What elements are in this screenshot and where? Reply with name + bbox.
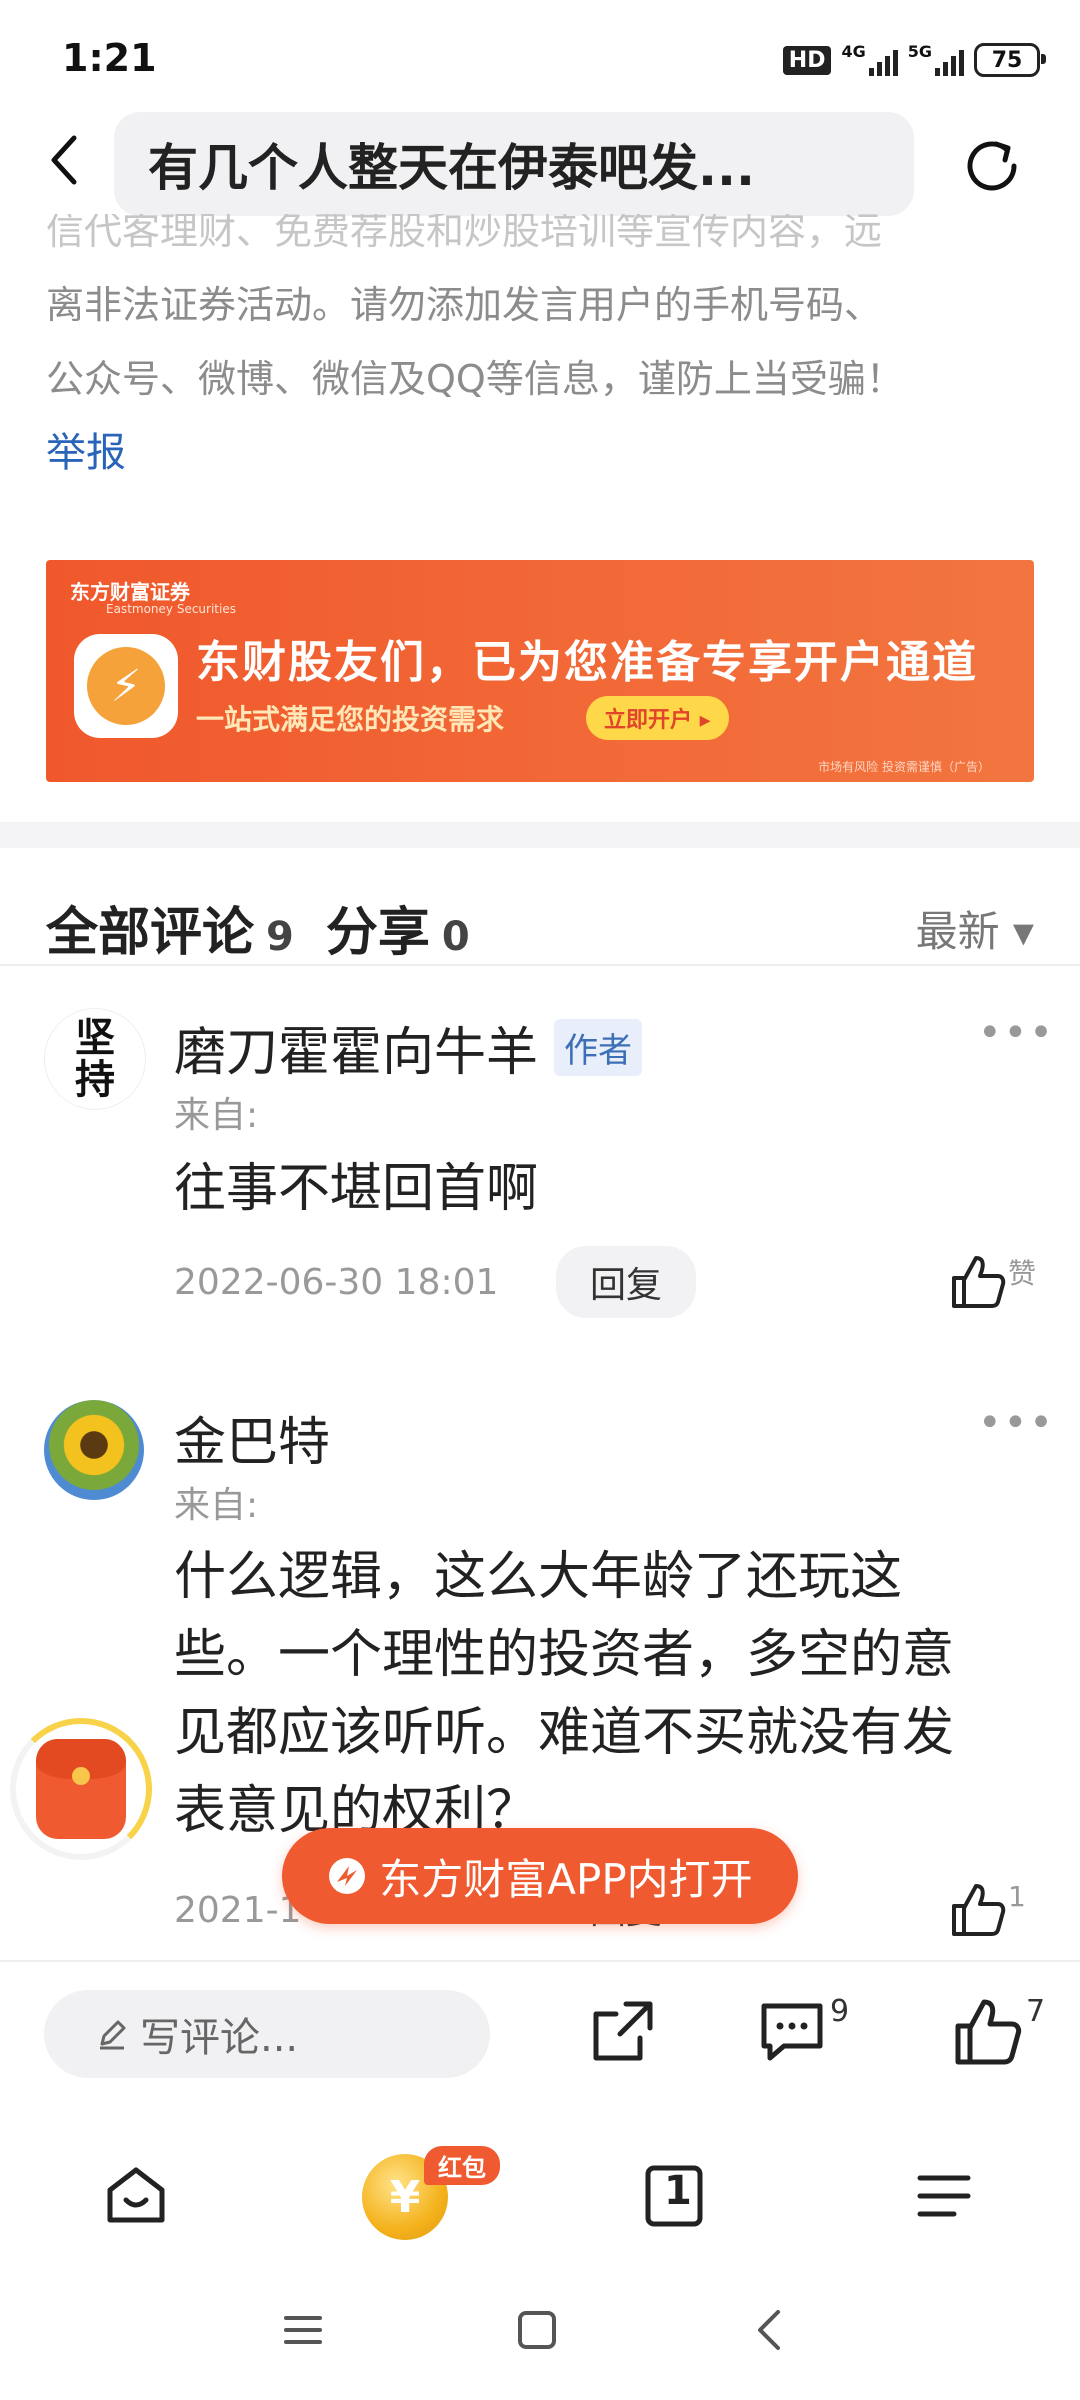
comment-count: 9 bbox=[830, 1994, 850, 2029]
author-badge: 作者 bbox=[554, 1019, 643, 1076]
like-button[interactable]: 赞 bbox=[948, 1252, 1036, 1312]
comment-username[interactable]: 金巴特 bbox=[174, 1400, 330, 1475]
avatar[interactable]: 坚 持 bbox=[44, 1008, 146, 1110]
report-link[interactable]: 举报 bbox=[46, 420, 126, 478]
comment-line: 见都应该听听。难道不买就没有发 bbox=[174, 1703, 955, 1763]
chevron-left-icon bbox=[51, 135, 77, 185]
like-post-button[interactable]: 7 bbox=[950, 1994, 1045, 2070]
write-comment-input[interactable]: 写评论... bbox=[44, 1990, 490, 2078]
home-icon bbox=[107, 2167, 165, 2223]
like-button[interactable]: 1 bbox=[948, 1880, 1026, 1940]
share-count: 0 bbox=[441, 914, 470, 960]
avatar[interactable] bbox=[44, 1400, 144, 1500]
ad-footnote: 市场有风险 投资需谨慎（广告） bbox=[818, 760, 990, 774]
thumbs-up-icon bbox=[952, 1884, 1006, 1936]
pencil-icon bbox=[100, 2020, 126, 2050]
battery-icon: 75 bbox=[974, 43, 1046, 77]
comment-source: 来自: bbox=[174, 1485, 259, 1526]
comments-header: 全部评论 9 分享 0 bbox=[46, 890, 490, 965]
reply-button[interactable]: 回复 bbox=[556, 1246, 697, 1318]
battery-level: 75 bbox=[991, 47, 1023, 73]
comment-username[interactable]: 磨刀霍霍向牛羊 bbox=[174, 1010, 538, 1085]
nav-tabs[interactable]: 1 bbox=[634, 2156, 714, 2240]
net-label-4g: 4G bbox=[841, 42, 866, 61]
all-comments-tab[interactable]: 全部评论 bbox=[46, 890, 254, 965]
signal-4g-icon: 4G bbox=[841, 42, 898, 76]
refresh-button[interactable] bbox=[956, 130, 1028, 202]
all-comments-count: 9 bbox=[266, 914, 294, 960]
tab-count: 1 bbox=[664, 2168, 692, 2214]
ad-brand-sub: Eastmoney Securities bbox=[106, 602, 236, 616]
ad-open-account-button[interactable]: 立即开户 ▸ bbox=[586, 696, 729, 740]
notice-text: 离非法证券活动。请勿添加发言用户的手机号码、 公众号、微博、微信及QQ等信息，谨… bbox=[46, 268, 1036, 416]
notice-line: 公众号、微博、微信及QQ等信息，谨防上当受骗！ bbox=[46, 357, 904, 401]
nav-home[interactable] bbox=[96, 2156, 176, 2240]
notice-line: 离非法证券活动。请勿添加发言用户的手机号码、 bbox=[46, 283, 883, 327]
avatar-char: 持 bbox=[75, 1056, 115, 1103]
notice-faded-line: 信代客理财、免费荐股和炒股培训等宣传内容，远 bbox=[46, 214, 883, 248]
home-square-icon bbox=[518, 2311, 556, 2349]
net-label-5g: 5G bbox=[907, 42, 932, 61]
hd-badge: HD bbox=[782, 45, 832, 75]
sort-dropdown[interactable]: 最新 ▾ bbox=[916, 898, 1034, 959]
ad-brand: 东方财富证券 bbox=[70, 580, 190, 604]
like-count: 1 bbox=[1008, 1880, 1026, 1913]
share-tab[interactable]: 分享 bbox=[326, 890, 430, 965]
red-packet-float-button[interactable] bbox=[10, 1718, 152, 1860]
like-post-count: 7 bbox=[1026, 1994, 1046, 2029]
status-time: 1:21 bbox=[62, 36, 157, 80]
write-comment-placeholder: 写评论... bbox=[140, 2015, 299, 2061]
open-in-app-button[interactable]: 东方财富APP内打开 bbox=[282, 1828, 798, 1924]
title-bar[interactable]: 有几个人整天在伊泰吧发... bbox=[114, 112, 914, 216]
back-button[interactable] bbox=[36, 130, 92, 200]
coin-symbol: ¥ bbox=[389, 2171, 421, 2223]
section-divider bbox=[0, 822, 1080, 848]
share-icon bbox=[593, 2001, 653, 2061]
page-title: 有几个人整天在伊泰吧发... bbox=[148, 139, 755, 197]
more-options-icon[interactable]: ••• bbox=[978, 1010, 1055, 1056]
comments-button[interactable]: 9 bbox=[754, 1994, 849, 2070]
thumbs-up-icon bbox=[952, 1256, 1006, 1308]
thumbs-up-icon bbox=[955, 1999, 1022, 2065]
avatar-char: 坚 bbox=[75, 1014, 115, 1061]
more-options-icon[interactable]: ••• bbox=[978, 1400, 1055, 1446]
back-triangle-icon bbox=[758, 2310, 780, 2350]
signal-5g-icon: 5G bbox=[908, 44, 964, 76]
like-label: 赞 bbox=[1008, 1257, 1037, 1290]
red-envelope-icon bbox=[36, 1739, 126, 1839]
comment-user-row: 磨刀霍霍向牛羊 作者 bbox=[174, 1010, 643, 1085]
comment-line: 什么逻辑，这么大年龄了还玩这 bbox=[174, 1547, 903, 1607]
system-home-button[interactable] bbox=[512, 2300, 562, 2360]
comment-icon bbox=[761, 2003, 823, 2061]
divider bbox=[0, 964, 1080, 966]
comment-source: 来自: bbox=[174, 1095, 259, 1136]
menu-icon bbox=[917, 2175, 971, 2217]
ad-banner[interactable]: 东方财富证券 Eastmoney Securities ⚡ 东财股友们，已为您准… bbox=[46, 560, 1034, 782]
eastmoney-logo-icon bbox=[329, 1858, 366, 1894]
nav-menu[interactable] bbox=[904, 2156, 984, 2240]
ad-headline: 东财股友们，已为您准备专享开户通道 bbox=[196, 637, 978, 688]
ad-subline: 一站式满足您的投资需求 bbox=[196, 703, 505, 736]
comment-line: 些。一个理性的投资者，多空的意 bbox=[174, 1625, 955, 1685]
comment-text: 往事不堪回首啊 bbox=[174, 1159, 539, 1219]
open-in-app-label: 东方财富APP内打开 bbox=[379, 1854, 753, 1904]
lightning-app-icon: ⚡ bbox=[74, 634, 178, 738]
comment-date: 2022-06-30 18:01 bbox=[174, 1262, 499, 1303]
recents-icon bbox=[284, 2316, 322, 2344]
system-back-button[interactable] bbox=[744, 2300, 794, 2360]
refresh-icon bbox=[967, 141, 1017, 191]
hongbao-badge: 红包 bbox=[424, 2146, 500, 2185]
system-recents-button[interactable] bbox=[278, 2300, 328, 2360]
comment-text: 什么逻辑，这么大年龄了还玩这 些。一个理性的投资者，多空的意 见都应该听听。难道… bbox=[174, 1538, 1024, 1850]
status-icons: HD 4G 5G 75 bbox=[782, 38, 1046, 82]
share-button[interactable] bbox=[584, 1994, 660, 2074]
comment-date: 2021-1 bbox=[174, 1890, 302, 1931]
